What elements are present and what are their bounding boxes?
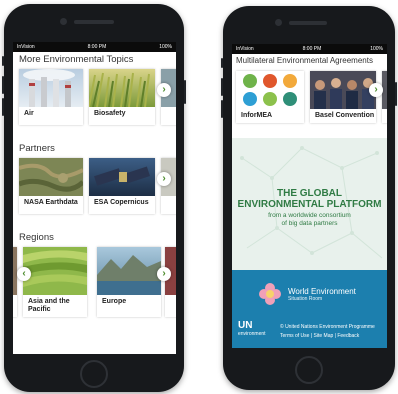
topic-card-biosafety[interactable]: Biosafety: [89, 69, 155, 125]
mea-card-basel[interactable]: Basel Convention: [310, 71, 376, 123]
europe-image: [97, 247, 161, 295]
air-image: [19, 69, 83, 107]
mea-row: InforMEA Basel Convention ›: [232, 71, 387, 123]
power-button: [395, 82, 397, 106]
platform-subtitle-line2: of big data partners: [281, 220, 338, 227]
topics-row: Air Biosafety ›: [13, 69, 176, 125]
speaker-grille: [74, 20, 114, 24]
chevron-right-icon[interactable]: ›: [369, 83, 383, 97]
card-label: Biosafety: [94, 110, 126, 117]
status-bar: InVision 8:00 PM 100%: [232, 44, 387, 54]
chevron-right-icon[interactable]: ›: [157, 83, 171, 97]
partner-card-esa[interactable]: ESA Copernicus: [89, 158, 155, 214]
un-logo-text: UN: [238, 320, 253, 331]
carrier-label: InVision: [17, 44, 35, 50]
region-card-partial-right[interactable]: [165, 247, 176, 317]
time-label: 8:00 PM: [87, 44, 107, 50]
footer-panel: World Environment Situation Room UN envi…: [232, 270, 387, 348]
footer-links[interactable]: Terms of Use | Site Map | Feedback: [280, 333, 375, 339]
region-card-asia[interactable]: Asia and the Pacific: [23, 247, 87, 317]
un-logo-sub: environment: [238, 331, 266, 337]
home-button[interactable]: [295, 356, 323, 384]
chevron-right-icon[interactable]: ›: [157, 172, 171, 186]
section-title-partners: Partners: [19, 143, 55, 154]
volume-up-button: [2, 76, 4, 94]
time-label: 8:00 PM: [302, 46, 322, 52]
mea-card-informea[interactable]: InforMEA: [236, 71, 304, 123]
front-camera: [60, 18, 67, 25]
basel-convention-image: [310, 71, 376, 109]
volume-down-button: [221, 100, 223, 118]
esa-copernicus-image: [89, 158, 155, 196]
partner-card-nasa[interactable]: NASA Earthdata: [19, 158, 83, 214]
nasa-earthdata-image: [19, 158, 83, 196]
informea-image: [236, 71, 304, 109]
left-screen: InVision 8:00 PM 100% More Environmental…: [13, 42, 176, 354]
platform-title-line2: ENVIRONMENTAL PLATFORM: [237, 199, 382, 210]
section-title-regions: Regions: [19, 232, 54, 243]
mea-card-partial[interactable]: [382, 71, 387, 123]
platform-title-line1: THE GLOBAL: [277, 188, 342, 199]
wesr-subtitle: Situation Room: [288, 295, 323, 302]
biosafety-image: [89, 69, 155, 107]
card-label: Basel Convention: [315, 112, 375, 119]
topic-card-partial[interactable]: [161, 69, 176, 125]
topic-card-air[interactable]: Air: [19, 69, 83, 125]
wesr-link[interactable]: World Environment Situation Room: [258, 282, 356, 306]
chevron-right-icon[interactable]: ›: [157, 267, 171, 281]
platform-subtitle-line1: from a worldwide consortium: [268, 212, 351, 219]
wesr-title: World Environment: [288, 286, 356, 296]
partners-row: NASA Earthdata ESA Copernicus ›: [13, 158, 176, 214]
card-label: ESA Copernicus: [94, 199, 149, 206]
volume-up-button: [221, 78, 223, 96]
right-phone: InVision 8:00 PM 100% Multilateral Envir…: [221, 6, 397, 390]
front-camera: [275, 19, 282, 26]
partner-card-partial[interactable]: [161, 158, 176, 214]
carrier-label: InVision: [236, 46, 254, 52]
status-bar: InVision 8:00 PM 100%: [13, 42, 176, 52]
card-label: InforMEA: [241, 112, 273, 119]
battery-label: 100%: [159, 44, 172, 50]
speaker-grille: [289, 21, 327, 25]
copyright-text: © United Nations Environment Programme: [280, 324, 375, 330]
card-label: Air: [24, 110, 34, 117]
card-label: NASA Earthdata: [24, 199, 78, 206]
battery-label: 100%: [370, 46, 383, 52]
section-title-mea: Multilateral Environmental Agreements: [236, 56, 373, 65]
volume-down-button: [2, 98, 4, 116]
platform-banner: THE GLOBAL ENVIRONMENTAL PLATFORM from a…: [232, 138, 387, 272]
un-environment-logo: UN environment: [238, 320, 266, 337]
chevron-left-icon[interactable]: ‹: [17, 267, 31, 281]
mute-switch: [2, 56, 4, 66]
right-screen: InVision 8:00 PM 100% Multilateral Envir…: [232, 44, 387, 348]
card-label: Europe: [102, 298, 127, 305]
power-button: [184, 80, 186, 104]
regions-row: Asia and the Pacific Europe ‹ ›: [13, 247, 176, 317]
home-button[interactable]: [80, 360, 108, 388]
wesr-logo-icon: [259, 283, 281, 305]
left-phone: InVision 8:00 PM 100% More Environmental…: [2, 4, 186, 392]
region-card-europe[interactable]: Europe: [97, 247, 161, 317]
section-title-topics: More Environmental Topics: [19, 54, 134, 65]
mute-switch: [221, 58, 223, 68]
card-label: Asia and the Pacific: [28, 298, 70, 313]
region-card-partial[interactable]: [13, 247, 17, 317]
asia-pacific-image: [23, 247, 87, 295]
